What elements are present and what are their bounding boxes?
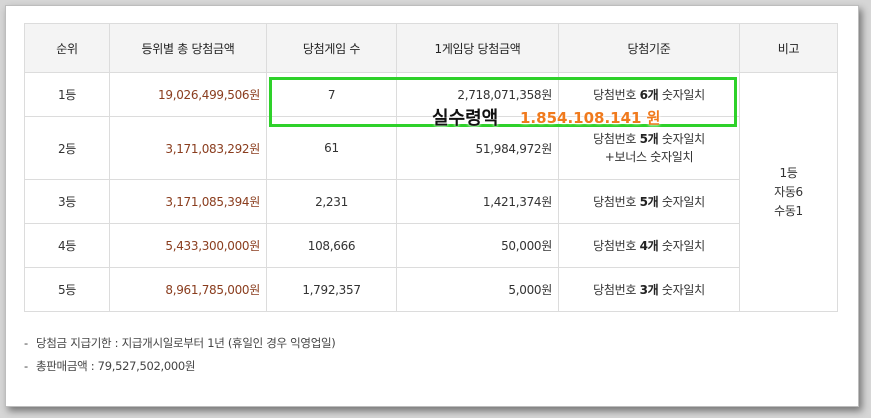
table-row: 5등 8,961,785,000원 1,792,357 5,000원 당첨번호 … xyxy=(24,267,838,312)
note-text: 당첨금 지급기한 : 지급개시일로부터 1년 (휴일인 경우 익영업일) xyxy=(36,336,336,350)
per-game-amount-cell: 1,421,374원 xyxy=(396,179,559,224)
header-per-game-amount: 1게임당 당첨금액 xyxy=(396,23,559,73)
header-total-amount: 등위별 총 당첨금액 xyxy=(109,23,267,73)
note-payment-deadline: - 당첨금 지급기한 : 지급개시일로부터 1년 (휴일인 경우 익영업일) xyxy=(24,332,336,355)
rank-cell: 3등 xyxy=(24,179,110,224)
criteria-text: 숫자일치 xyxy=(658,239,705,253)
criteria-match-count: 4개 xyxy=(639,239,659,253)
note-total-sales: - 총판매금액 : 79,527,502,000원 xyxy=(24,355,335,378)
remark-line: 수동1 xyxy=(774,203,803,218)
total-amount-cell: 5,433,300,000원 xyxy=(109,223,267,268)
prize-table: 순위 등위별 총 당첨금액 당첨게임 수 1게임당 당첨금액 당첨기준 비고 1… xyxy=(24,23,838,312)
note-dash: - xyxy=(24,336,28,350)
header-remarks: 비고 xyxy=(739,23,838,73)
criteria-text: 당첨번호 xyxy=(593,239,640,253)
table-row: 4등 5,433,300,000원 108,666 50,000원 당첨번호 4… xyxy=(24,223,838,268)
net-payout-label: 실수령액 xyxy=(432,108,499,129)
total-amount-cell: 3,171,085,394원 xyxy=(109,179,267,224)
criteria-text: 당첨번호 xyxy=(593,132,640,146)
winner-count-cell: 7 xyxy=(266,72,397,117)
total-amount-cell: 19,026,499,506원 xyxy=(109,72,267,117)
criteria-text: 숫자일치 xyxy=(658,283,705,297)
rank-cell: 5등 xyxy=(24,267,110,312)
notes-list: - 당첨금 지급기한 : 지급개시일로부터 1년 (휴일인 경우 익영업일) -총… xyxy=(24,332,336,378)
criteria-match-count: 5개 xyxy=(639,195,659,209)
criteria-cell: 당첨번호 4개 숫자일치 xyxy=(558,223,740,268)
net-payout-value: 1.854.108.141 원 xyxy=(520,109,661,127)
table-row: 2등 3,171,083,292원 61 51,984,972원 당첨번호 5개… xyxy=(24,116,838,180)
criteria-text: 당첨번호 xyxy=(593,195,640,209)
note-dash: - xyxy=(24,359,28,373)
total-amount-cell: 8,961,785,000원 xyxy=(109,267,267,312)
remarks-cell: 1등 자동6 수동1 xyxy=(739,72,838,312)
winner-count-cell: 1,792,357 xyxy=(266,267,397,312)
total-amount-cell: 3,171,083,292원 xyxy=(109,116,267,180)
criteria-text: 숫자일치 xyxy=(658,195,705,209)
criteria-text: 당첨번호 xyxy=(593,88,640,102)
remark-line: 1등 xyxy=(779,165,798,180)
criteria-match-count: 6개 xyxy=(639,88,659,102)
per-game-amount-cell: 5,000원 xyxy=(396,267,559,312)
remark-line: 자동6 xyxy=(774,184,803,199)
criteria-text: 숫자일치 xyxy=(658,132,705,146)
criteria-match-count: 3개 xyxy=(639,283,659,297)
winner-count-cell: 61 xyxy=(266,116,397,180)
header-rank: 순위 xyxy=(24,23,110,73)
criteria-match-count: 5개 xyxy=(639,132,659,146)
rank-cell: 2등 xyxy=(24,116,110,180)
per-game-amount-cell: 50,000원 xyxy=(396,223,559,268)
table-row: 1등 19,026,499,506원 7 2,718,071,358원 당첨번호… xyxy=(24,72,838,312)
criteria-cell: 당첨번호 5개 숫자일치 xyxy=(558,179,740,224)
header-winner-count: 당첨게임 수 xyxy=(266,23,397,73)
winner-count-cell: 2,231 xyxy=(266,179,397,224)
header-criteria: 당첨기준 xyxy=(558,23,740,73)
note-text: 총판매금액 : 79,527,502,000원 xyxy=(36,359,196,373)
criteria-bonus-text: +보너스 숫자일치 xyxy=(604,150,694,164)
criteria-text: 당첨번호 xyxy=(593,283,640,297)
table-header-row: 순위 등위별 총 당첨금액 당첨게임 수 1게임당 당첨금액 당첨기준 비고 xyxy=(24,23,838,73)
rank-cell: 1등 xyxy=(24,72,110,117)
winner-count-cell: 108,666 xyxy=(266,223,397,268)
rank-cell: 4등 xyxy=(24,223,110,268)
criteria-cell: 당첨번호 3개 숫자일치 xyxy=(558,267,740,312)
criteria-text: 숫자일치 xyxy=(658,88,705,102)
table-row: 3등 3,171,085,394원 2,231 1,421,374원 당첨번호 … xyxy=(24,179,838,224)
